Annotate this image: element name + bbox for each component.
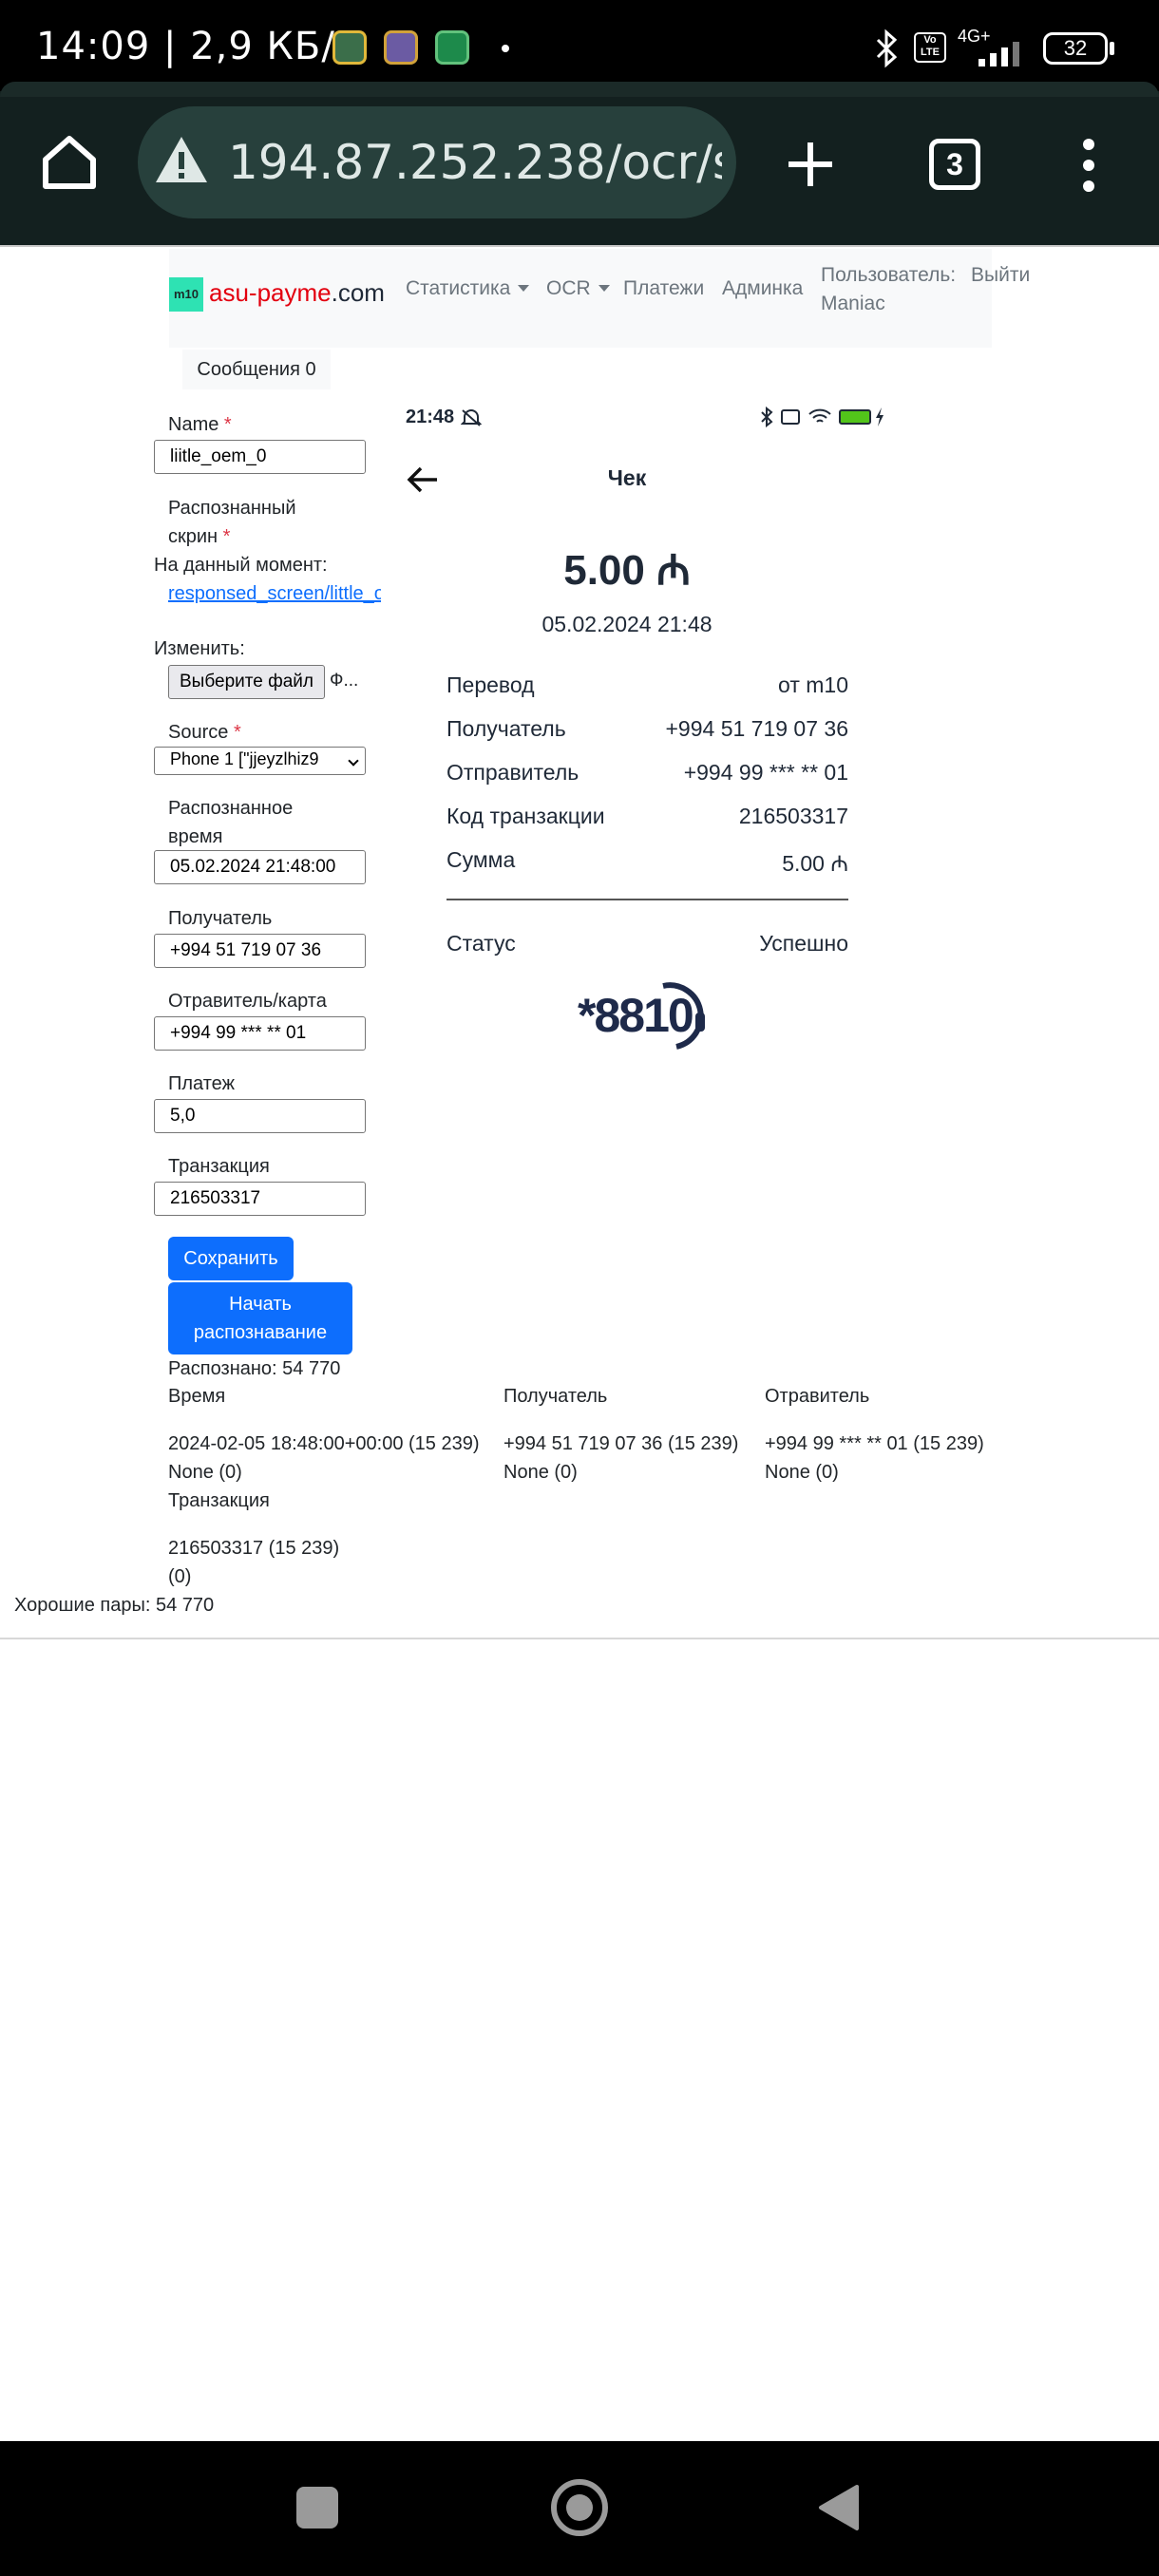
time-label: Распознанное время: [168, 798, 294, 847]
sender-label: Отравитель/карта: [168, 991, 327, 1012]
receipt-status-value: Успешно: [759, 931, 848, 956]
transaction-input[interactable]: 216503317: [154, 1182, 366, 1216]
messages-button[interactable]: Сообщения 0: [182, 350, 331, 389]
screen-label: Распознанный скрин *: [168, 498, 296, 547]
bluetooth-icon: [761, 407, 773, 427]
nav-stats-dropdown[interactable]: Статистика: [406, 277, 530, 300]
col-time-header: Время: [168, 1386, 226, 1407]
battery-cap: [1110, 42, 1114, 55]
brand-link[interactable]: asu-payme.com: [209, 278, 385, 308]
receipt-row-label: Код транзакции: [446, 804, 605, 828]
page-divider: [0, 1638, 1159, 1639]
receipt-date: 05.02.2024 21:48: [542, 612, 712, 636]
brand-logo-icon[interactable]: m10: [169, 277, 203, 312]
receipt-row-value: +994 99 *** ** 01: [683, 760, 848, 785]
menu-icon[interactable]: [1083, 139, 1094, 192]
chevron-down-icon: [598, 285, 610, 292]
url-text[interactable]: 194.87.252.238/ocr/sc: [228, 135, 722, 190]
charging-icon: [876, 407, 884, 426]
time-input[interactable]: 05.02.2024 21:48:00: [154, 850, 366, 884]
headset-icon: [662, 982, 705, 1050]
name-input[interactable]: liitle_oem_0: [154, 440, 366, 474]
sender-value-1: +994 99 *** ** 01 (15 239): [765, 1433, 984, 1454]
warning-icon: [156, 137, 207, 182]
bluetooth-icon: [876, 28, 898, 68]
user-name: Maniac: [821, 293, 885, 314]
dot-icon: [502, 45, 509, 52]
battery-icon: 32: [1043, 32, 1108, 65]
receipt-time: 21:48: [406, 407, 455, 427]
payment-label: Платеж: [168, 1073, 235, 1094]
time-value-1: 2024-02-05 18:48:00+00:00 (15 239): [168, 1433, 480, 1454]
receipt-row-value: 5.00 ₼: [782, 851, 848, 876]
wifi-icon: [808, 408, 831, 423]
col-sender-header: Отравитель: [765, 1386, 870, 1407]
mute-icon: [461, 409, 482, 426]
time-value-2: None (0): [168, 1462, 242, 1483]
nav-admin[interactable]: Админка: [722, 277, 803, 300]
status-bar: 14:09 | 2,9 КБ/с Vo LTE 4G+ 32: [0, 0, 1159, 91]
recognized-count: Распознано: 54 770: [168, 1358, 341, 1379]
battery-icon: [839, 409, 871, 425]
receipt-row-label: Сумма: [446, 847, 516, 872]
save-button[interactable]: Сохранить: [168, 1237, 294, 1280]
app-notification-icon: [435, 30, 469, 65]
choose-file-button[interactable]: Выберите файл: [168, 665, 325, 699]
home-button-inner: [566, 2494, 593, 2521]
receipt-screenshot: 21:48 Чек 5.00 ₼ 05.02.2024 21:48 Перево…: [390, 399, 884, 1073]
name-label: Name *: [168, 414, 232, 435]
browser-toolbar-top: [0, 82, 1159, 97]
chevron-down-icon: [518, 285, 530, 292]
recipient-label: Получатель: [168, 908, 273, 929]
recipient-input[interactable]: +994 51 719 07 36: [154, 934, 366, 968]
sender-input[interactable]: +994 99 *** ** 01: [154, 1016, 366, 1051]
new-tab-icon[interactable]: [785, 139, 836, 190]
recipient-value-2: None (0): [504, 1462, 578, 1483]
col-recipient-header: Получатель: [504, 1386, 608, 1407]
recents-button[interactable]: [296, 2487, 338, 2529]
back-button[interactable]: [817, 2483, 861, 2532]
receipt-row-value: от m10: [778, 672, 848, 697]
volte-icon: Vo LTE: [914, 32, 946, 63]
receipt-row-label: Получатель: [446, 716, 566, 741]
payment-input[interactable]: 5,0: [154, 1099, 366, 1133]
logout-link[interactable]: Выйти: [971, 264, 1030, 287]
user-label: Пользователь:: [821, 264, 957, 286]
app-notification-icon: [384, 30, 418, 65]
support-logo: *8810: [578, 980, 711, 1056]
navbar: m10 asu-payme.com Статистика OCR Платежи…: [169, 249, 1030, 348]
receipt-title: Чек: [607, 465, 647, 490]
status-time: 14:09 | 2,9 КБ/с: [36, 25, 357, 68]
signal-icon: [978, 42, 1019, 66]
receipt-divider: [446, 899, 848, 900]
start-recognition-button[interactable]: Начать распознавание: [168, 1282, 352, 1354]
sender-value-2: None (0): [765, 1462, 839, 1483]
receipt-status-label: Статус: [446, 931, 516, 956]
nav-payments[interactable]: Платежи: [623, 277, 704, 300]
col-transaction-header: Транзакция: [168, 1490, 270, 1511]
change-label: Изменить:: [154, 638, 245, 659]
nav-ocr-dropdown[interactable]: OCR: [546, 277, 610, 300]
receipt-row-label: Отправитель: [446, 760, 580, 785]
receipt-amount: 5.00 ₼: [563, 547, 691, 594]
app-notification-icon: [332, 30, 367, 65]
receipt-row-label: Перевод: [446, 672, 535, 697]
source-select[interactable]: Phone 1 ["jjeyzlhiz9: [154, 747, 366, 775]
no-file-text: Ф...: [330, 671, 359, 691]
source-label: Source *: [168, 722, 241, 743]
good-pairs-count: Хорошие пары: 54 770: [14, 1595, 215, 1616]
current-file-link[interactable]: responsed_screen/little_oem_0: [168, 579, 381, 608]
no-sim-icon: [781, 409, 800, 425]
current-label: На данный момент:: [154, 555, 328, 576]
transaction-value-2: (0): [168, 1566, 192, 1587]
tab-count-button[interactable]: 3: [929, 139, 980, 190]
transaction-value-1: 216503317 (15 239): [168, 1538, 340, 1559]
receipt-row-value: +994 51 719 07 36: [665, 716, 849, 741]
receipt-row-value: 216503317: [738, 804, 848, 828]
transaction-label: Транзакция: [168, 1156, 270, 1177]
home-icon[interactable]: [40, 133, 99, 192]
recipient-value-1: +994 51 719 07 36 (15 239): [504, 1433, 739, 1454]
